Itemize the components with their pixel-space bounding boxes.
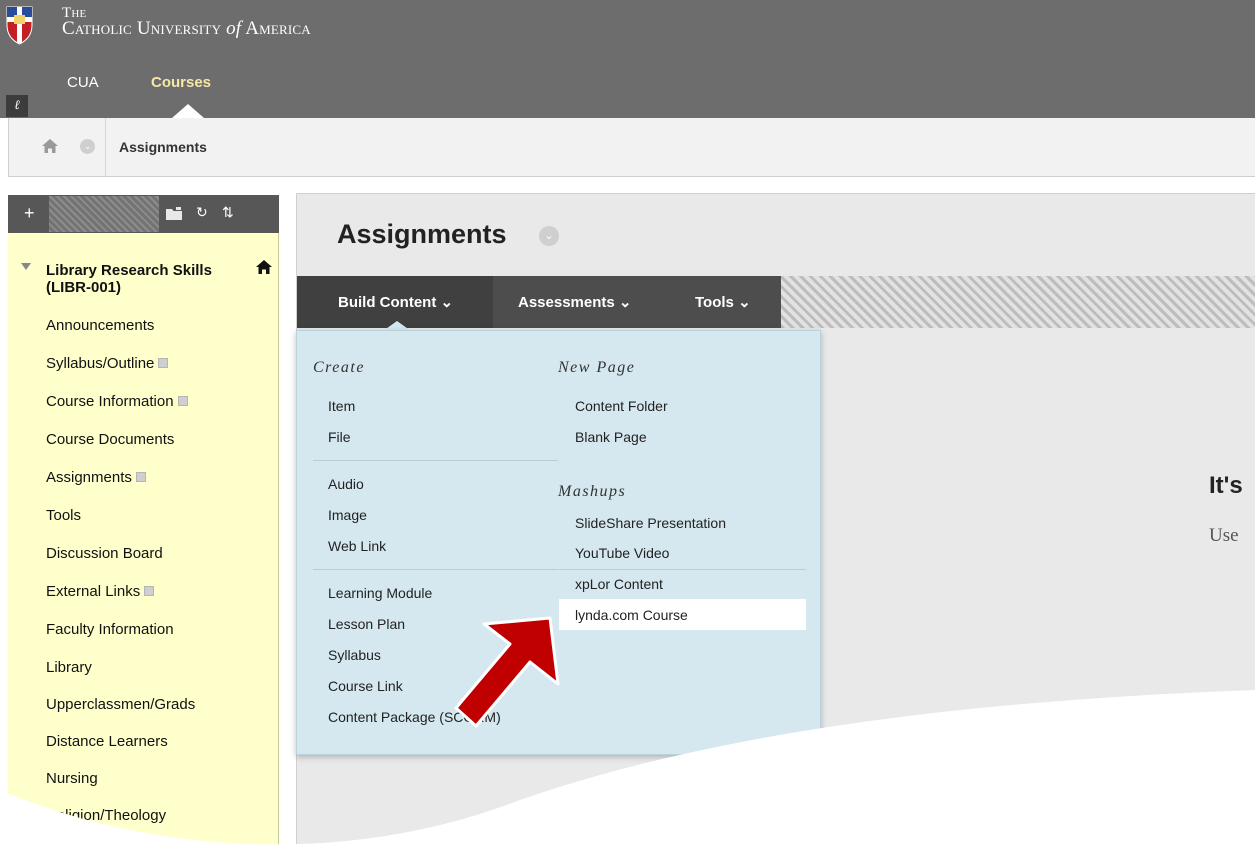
university-seal-icon[interactable] (6, 5, 33, 45)
create-item[interactable]: Item (328, 398, 355, 414)
create-syllabus[interactable]: Syllabus (328, 647, 381, 663)
menu-item-nursing[interactable]: Nursing (46, 770, 98, 787)
menu-item-label: Nursing (46, 770, 98, 787)
build-content-button[interactable]: Build Content ⌄ (338, 293, 453, 311)
hidden-from-students-icon (158, 358, 169, 368)
active-tab-indicator (172, 104, 204, 118)
tools-button[interactable]: Tools ⌄ (695, 293, 751, 311)
new-page-heading: New Page (558, 359, 636, 376)
tab-courses[interactable]: Courses (151, 74, 211, 91)
top-header: The Catholic University of America CUA C… (0, 0, 1255, 118)
mashups-heading: Mashups (558, 483, 627, 500)
breadcrumb: ⌄ Assignments (8, 118, 1255, 177)
action-bar-hatch (781, 276, 1255, 328)
assessments-button[interactable]: Assessments ⌄ (518, 293, 631, 311)
menu-item-label: Assignments (46, 469, 132, 486)
breadcrumb-divider (105, 118, 106, 176)
dropdown-separator (559, 569, 806, 570)
new-page-content-folder[interactable]: Content Folder (575, 398, 668, 414)
dropdown-separator (313, 460, 558, 461)
breadcrumb-current[interactable]: Assignments (119, 139, 207, 155)
toolbar-hatch (49, 196, 159, 232)
menu-item-label: Course Documents (46, 431, 175, 448)
chevron-down-icon: ⌄ (440, 294, 454, 311)
university-name[interactable]: The Catholic University of America (62, 6, 311, 39)
menu-item-label: Course Information (46, 393, 174, 410)
dropdown-separator (313, 569, 558, 570)
chevron-down-icon: ⌄ (738, 294, 751, 311)
build-content-label: Build Content (338, 294, 437, 311)
university-name-part: Catholic University (62, 18, 227, 39)
menu-item-label: Tools (46, 507, 82, 524)
create-lesson-plan[interactable]: Lesson Plan (328, 616, 405, 632)
menu-item-tools[interactable]: Tools (46, 507, 81, 524)
tab-cua[interactable]: CUA (67, 74, 99, 91)
empty-state-subtext: Use (1209, 525, 1239, 546)
menu-item-syllabus-outline[interactable]: Syllabus/Outline (46, 355, 169, 372)
page-title: Assignments (337, 219, 507, 249)
chevron-down-icon: ⌄ (618, 294, 632, 311)
menu-item-label: Syllabus/Outline (46, 355, 155, 372)
refresh-icon[interactable]: ↻ (196, 204, 208, 221)
create-learning-module[interactable]: Learning Module (328, 585, 432, 601)
menu-item-discussion-board[interactable]: Discussion Board (46, 545, 163, 562)
folder-view-icon[interactable] (166, 207, 182, 220)
assessments-label: Assessments (518, 294, 615, 311)
chevron-down-icon[interactable]: ⌄ (539, 226, 559, 246)
menu-item-label: Library (46, 659, 92, 676)
mashup-lynda[interactable]: lynda.com Course (575, 607, 688, 623)
empty-state-heading: It's (1209, 472, 1243, 499)
menu-item-faculty-information[interactable]: Faculty Information (46, 621, 174, 638)
hidden-from-students-icon (135, 472, 146, 482)
create-web-link[interactable]: Web Link (328, 538, 386, 554)
action-bar: Build Content ⌄ Assessments ⌄ Tools ⌄ (297, 276, 1255, 328)
tools-label: Tools (695, 294, 734, 311)
menu-item-label: Discussion Board (46, 545, 163, 562)
menu-item-assignments[interactable]: Assignments (46, 469, 146, 486)
mashup-xplor[interactable]: xpLor Content (575, 576, 663, 592)
menu-item-label: External Links (46, 583, 141, 600)
menu-item-label: Distance Learners (46, 733, 168, 750)
menu-item-library[interactable]: Library (46, 659, 92, 676)
course-menu: Library Research Skills (LIBR-001) Annou… (8, 233, 279, 854)
course-title[interactable]: Library Research Skills (LIBR-001) (46, 262, 212, 296)
menu-item-course-documents[interactable]: Course Documents (46, 431, 174, 448)
menu-item-announcements[interactable]: Announcements (46, 317, 154, 334)
menu-item-label: Faculty Information (46, 621, 174, 638)
course-home-icon[interactable] (256, 260, 272, 274)
university-name-part: America (241, 18, 311, 39)
create-file[interactable]: File (328, 429, 351, 445)
menu-item-label: Announcements (46, 317, 155, 334)
home-icon[interactable] (42, 139, 58, 153)
university-name-line2: Catholic University of America (62, 18, 311, 39)
collapse-triangle-icon[interactable] (21, 263, 31, 270)
menu-item-label: Religion/Theology (46, 807, 167, 824)
course-title-line2: (LIBR-001) (46, 279, 122, 296)
create-heading: Create (313, 359, 365, 376)
create-image[interactable]: Image (328, 507, 367, 523)
course-title-line1: Library Research Skills (46, 262, 212, 279)
menu-item-external-links[interactable]: External Links (46, 583, 155, 600)
mashup-youtube[interactable]: YouTube Video (575, 545, 669, 561)
hidden-from-students-icon (144, 586, 155, 596)
red-pointer-arrow-icon (454, 616, 560, 728)
create-audio[interactable]: Audio (328, 476, 364, 492)
hidden-from-students-icon (177, 396, 188, 406)
menu-item-upperclassmen-grads[interactable]: Upperclassmen/Grads (46, 696, 195, 713)
menu-item-course-information[interactable]: Course Information (46, 393, 188, 410)
chevron-down-icon[interactable]: ⌄ (80, 139, 95, 154)
new-page-blank-page[interactable]: Blank Page (575, 429, 647, 445)
mashup-slideshare[interactable]: SlideShare Presentation (575, 515, 726, 531)
university-name-of: of (226, 18, 242, 39)
course-menu-toolbar: + ↻ ⇅ (8, 195, 279, 233)
link-icon[interactable]: ℓ (6, 95, 28, 117)
reorder-icon[interactable]: ⇅ (222, 204, 234, 221)
create-course-link[interactable]: Course Link (328, 678, 403, 694)
menu-item-religion-theology[interactable]: Religion/Theology (46, 807, 166, 824)
menu-item-distance-learners[interactable]: Distance Learners (46, 733, 168, 750)
menu-item-label: Upperclassmen/Grads (46, 696, 196, 713)
add-menu-item-icon[interactable]: + (24, 203, 35, 224)
